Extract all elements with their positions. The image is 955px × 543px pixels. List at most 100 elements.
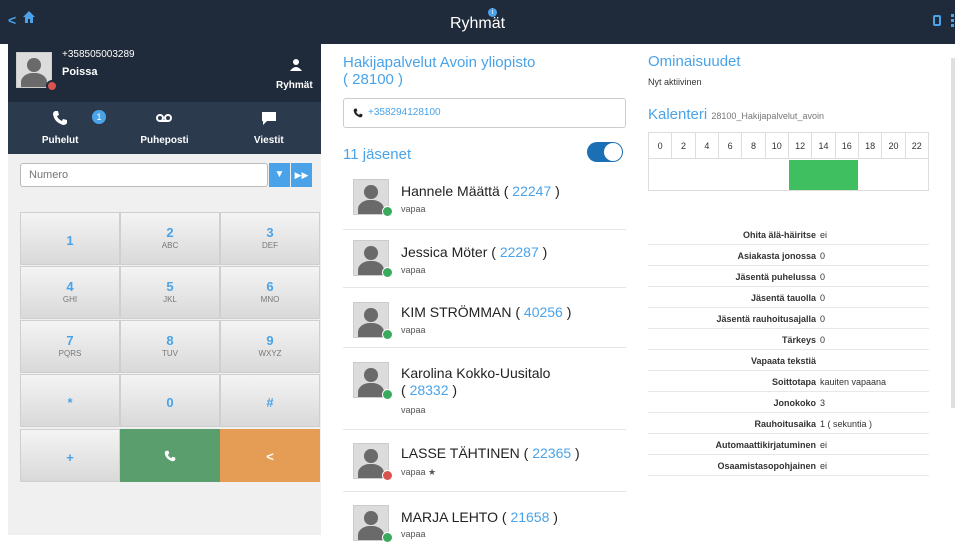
- member-ext[interactable]: 22287: [500, 244, 539, 260]
- list-item[interactable]: Hannele Määttä ( 22247 ) vapaa: [343, 172, 626, 230]
- member-ext[interactable]: 22247: [512, 183, 551, 199]
- calendar-grid[interactable]: 0 2 4 6 8 10 12 14 16 18 20 22: [648, 132, 929, 191]
- member-ext[interactable]: 28332: [410, 382, 449, 398]
- properties-panel: Ominaisuudet Nyt aktiivinen Kalenteri 28…: [633, 44, 955, 535]
- status-badge: [382, 206, 393, 217]
- member-status: vapaa: [401, 204, 426, 214]
- property-row: Soittotapa kauiten vapaana: [648, 371, 929, 392]
- chevron-down-icon[interactable]: ▼: [269, 163, 290, 187]
- calendar-title: Kalenteri 28100_Hakijapalvelut_avoin: [648, 106, 824, 123]
- list-item[interactable]: LASSE TÄHTINEN ( 22365 ) vapaa ★: [343, 430, 626, 492]
- property-row: Osaamistasopohjainen ei: [648, 455, 929, 476]
- group-panel: Hakijapalvelut Avoin yliopisto( 28100 ) …: [321, 44, 633, 543]
- property-value: ei: [820, 461, 828, 471]
- properties-list: Ohita älä-häiritse ei Asiakasta jonossa 0 Jä…: [648, 224, 929, 476]
- key-hash[interactable]: #: [220, 374, 320, 427]
- user-number: +358505003289: [62, 49, 135, 60]
- list-item[interactable]: Karolina Kokko-Uusitalo( 28332 ) vapaa: [343, 348, 626, 430]
- property-row: Jonokoko 3: [648, 392, 929, 413]
- calendar-hour: 10: [766, 133, 789, 158]
- group-phone-number: +358294128100: [368, 107, 441, 118]
- calendar-hour: 8: [742, 133, 766, 158]
- member-count: 11 jäsenet: [343, 146, 412, 163]
- key-3[interactable]: 3 DEF: [220, 212, 320, 265]
- list-item[interactable]: MARJA LEHTO ( 21658 ) vapaa: [343, 492, 626, 543]
- member-status: vapaa: [401, 529, 426, 539]
- properties-title: Ominaisuudet: [648, 53, 741, 70]
- calendar-hour: 0: [649, 133, 673, 158]
- key-1[interactable]: 1: [20, 212, 120, 265]
- key-plus[interactable]: +: [20, 429, 120, 482]
- calendar-hour: 18: [859, 133, 883, 158]
- property-label: Jäsentä tauolla: [750, 293, 816, 303]
- key-star[interactable]: *: [20, 374, 120, 427]
- property-row: Jäsentä rauhoitusajalla 0: [648, 308, 929, 329]
- member-ext[interactable]: 40256: [524, 304, 563, 320]
- number-input[interactable]: [20, 163, 268, 187]
- group-number: 28100: [352, 71, 394, 88]
- tab-voicemail[interactable]: Puheposti: [112, 102, 216, 154]
- dialer-panel: +358505003289 Poissa Ryhmät 1 Puhelut Pu…: [8, 44, 321, 535]
- key-9[interactable]: 9 WXYZ: [220, 320, 320, 373]
- keypad: 1 2 ABC 3 DEF 4 GHI 5 JKL 6 MNO 7 PQRS 8 TUV 9W…: [20, 212, 321, 528]
- groups-button[interactable]: Ryhmät: [276, 80, 313, 91]
- device-icon[interactable]: [933, 15, 941, 26]
- calendar-hour: 14: [812, 133, 836, 158]
- member-ext[interactable]: 21658: [510, 509, 549, 525]
- status-badge: [382, 329, 393, 340]
- calls-badge: 1: [92, 110, 106, 124]
- phone-icon: [164, 450, 176, 462]
- forward-icon[interactable]: ▶▶: [291, 163, 312, 187]
- member-status: vapaa: [401, 265, 426, 275]
- key-0[interactable]: 0: [120, 374, 220, 427]
- tab-bar: 1 Puhelut Puheposti Viestit: [8, 102, 321, 154]
- member-ext[interactable]: 22365: [532, 445, 571, 461]
- property-value: ei: [820, 440, 828, 450]
- call-button[interactable]: [120, 429, 220, 482]
- member-status: vapaa: [401, 325, 426, 335]
- property-row: Automaattikirjatuminen ei: [648, 434, 929, 455]
- tab-messages[interactable]: Viestit: [217, 102, 321, 154]
- backspace-button[interactable]: <: [220, 429, 320, 482]
- list-item[interactable]: Jessica Möter ( 22287 ) vapaa: [343, 230, 626, 288]
- tab-calls-label: Puhelut: [41, 135, 79, 146]
- phone-icon: [353, 108, 363, 118]
- property-row: Rauhoitusaika 1 ( sekuntia ): [648, 413, 929, 434]
- group-phone[interactable]: +358294128100: [343, 98, 626, 128]
- calendar-hour: 20: [882, 133, 906, 158]
- calendar-hour: 12: [789, 133, 813, 158]
- property-value: 0: [820, 272, 826, 282]
- scrollbar[interactable]: [951, 58, 955, 408]
- top-bar: < Ryhmät i: [0, 0, 955, 44]
- property-label: Ohita älä-häiritse: [742, 230, 816, 240]
- property-label: Automaattikirjatuminen: [715, 440, 816, 450]
- key-7[interactable]: 7 PQRS: [20, 320, 120, 373]
- member-name: Hannele Määttä ( 22247 ): [401, 183, 560, 199]
- more-icon[interactable]: [951, 14, 954, 27]
- tab-messages-label: Viestit: [253, 135, 284, 146]
- property-value: 0: [820, 335, 826, 345]
- groups-icon[interactable]: [289, 58, 303, 72]
- key-2[interactable]: 2 ABC: [120, 212, 220, 265]
- key-5[interactable]: 5 JKL: [120, 266, 220, 319]
- property-row: Ohita älä-häiritse ei: [648, 224, 929, 245]
- list-item[interactable]: KIM STRÖMMAN ( 40256 ) vapaa: [343, 288, 626, 348]
- property-label: Jäsentä puhelussa: [735, 272, 816, 282]
- key-4[interactable]: 4 GHI: [20, 266, 120, 319]
- property-label: Jonokoko: [773, 398, 816, 408]
- group-title[interactable]: Hakijapalvelut Avoin yliopisto( 28100 ): [343, 54, 593, 88]
- info-icon[interactable]: i: [488, 8, 497, 17]
- members-toggle[interactable]: [587, 142, 623, 162]
- tab-calls[interactable]: 1 Puhelut: [8, 102, 112, 154]
- user-status[interactable]: Poissa: [62, 66, 97, 78]
- key-6[interactable]: 6 MNO: [220, 266, 320, 319]
- member-status: vapaa: [401, 405, 426, 415]
- property-row: Jäsentä puhelussa 0: [648, 266, 929, 287]
- property-row: Vapaata tekstiä: [648, 350, 929, 371]
- calendar-hour: 22: [911, 141, 922, 151]
- chevron-left-icon: <: [266, 449, 274, 464]
- calendar-hours: 0 2 4 6 8 10 12 14 16 18 20 22: [649, 133, 928, 159]
- property-row: Jäsentä tauolla 0: [648, 287, 929, 308]
- page-title: Ryhmät: [449, 15, 506, 32]
- key-8[interactable]: 8 TUV: [120, 320, 220, 373]
